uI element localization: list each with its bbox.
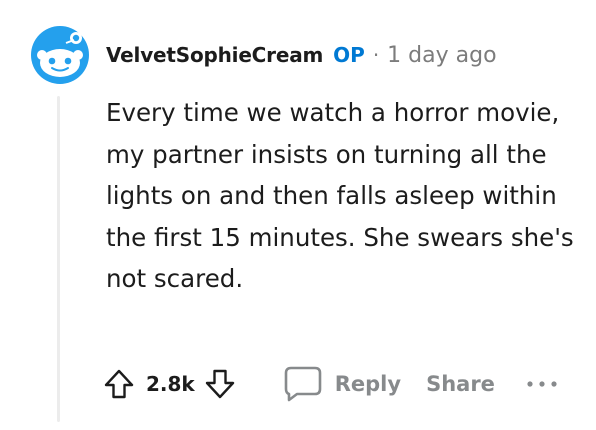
separator-dot: · [372, 43, 380, 67]
reply-label: Reply [334, 372, 402, 396]
upvote-arrow-icon [104, 369, 134, 399]
upvote-button[interactable] [100, 362, 138, 406]
speech-bubble-icon [284, 366, 322, 402]
op-badge: OP [333, 43, 365, 67]
username-link[interactable]: VelvetSophieCream [106, 43, 323, 67]
downvote-arrow-icon [205, 369, 234, 399]
vote-score: 2.8k [146, 372, 195, 396]
reply-button[interactable]: Reply [283, 365, 401, 403]
more-options-button[interactable] [525, 374, 559, 394]
comment-timestamp[interactable]: 1 day ago [387, 43, 496, 68]
comment-actions: 2.8k Reply Share [100, 362, 559, 406]
comment-body: Every time we watch a horror movie, my p… [106, 98, 574, 293]
ellipsis-icon [527, 381, 557, 387]
snoo-avatar-icon [31, 26, 89, 84]
downvote-button[interactable] [201, 362, 239, 406]
share-button[interactable]: Share [426, 372, 495, 396]
avatar[interactable] [30, 25, 90, 85]
comment-header: VelvetSophieCream OP · 1 day ago [106, 38, 497, 72]
thread-line[interactable] [57, 96, 60, 422]
